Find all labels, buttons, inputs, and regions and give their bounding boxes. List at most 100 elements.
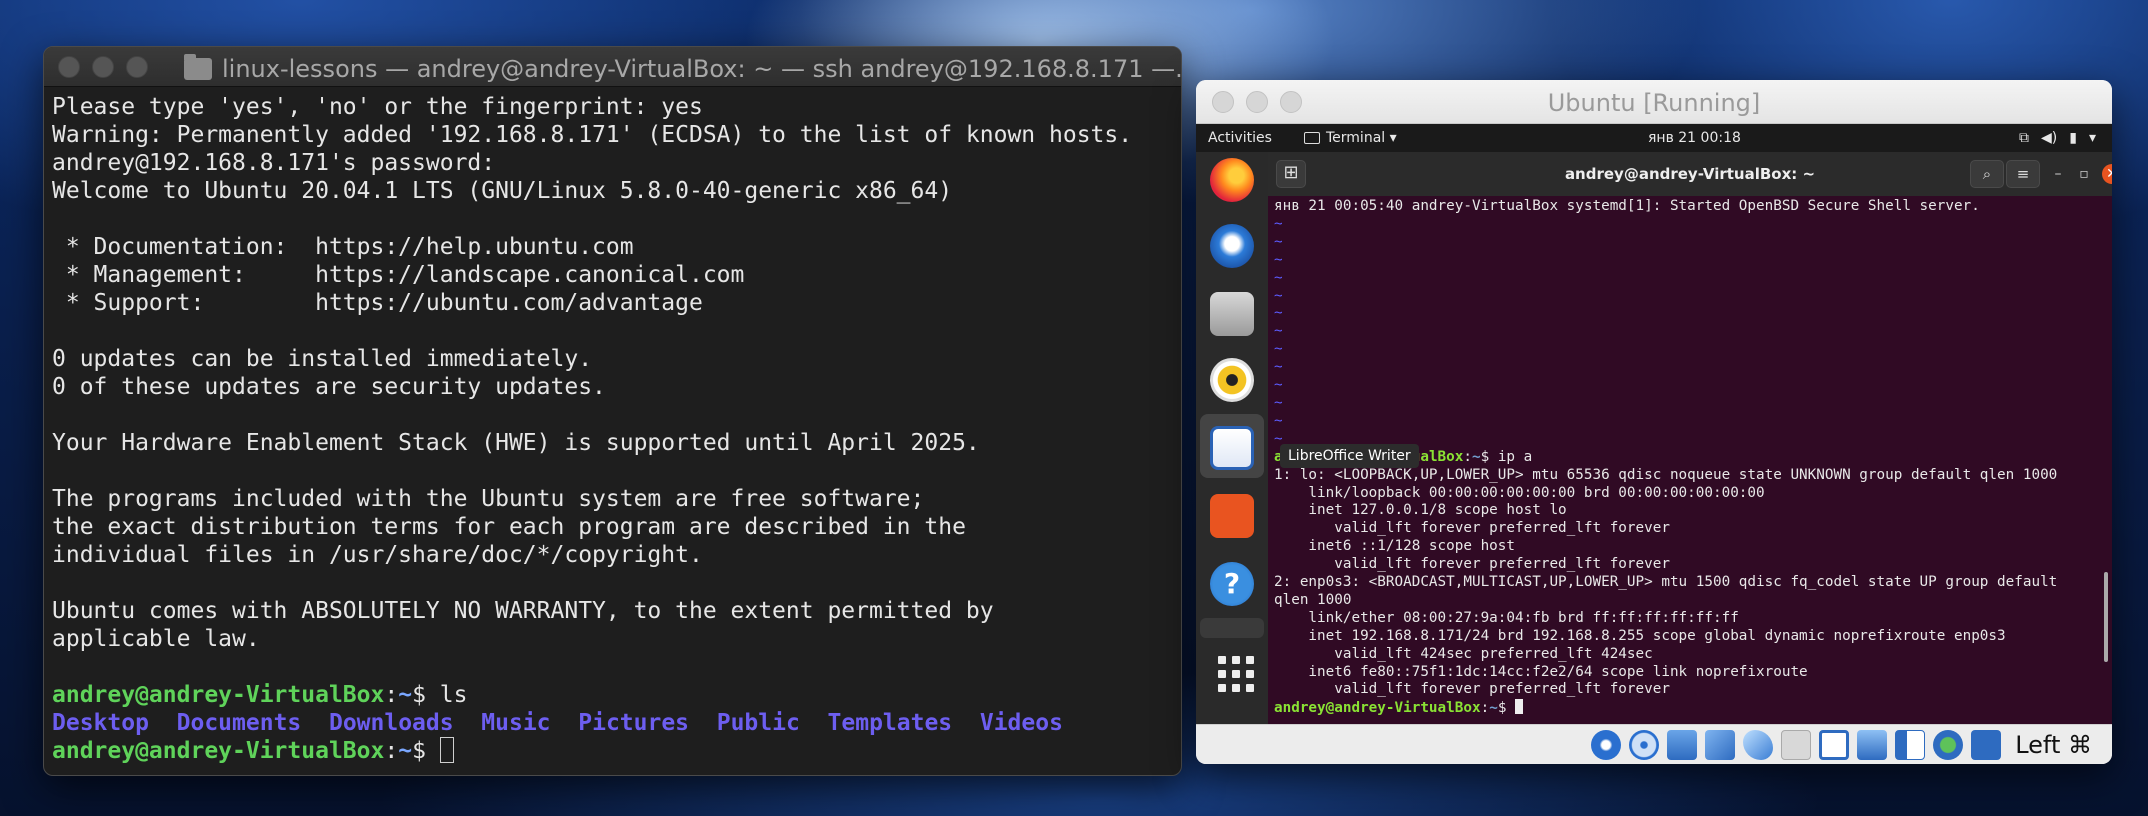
search-button[interactable]: ⌕ [1970, 160, 2004, 188]
terminal-line: link/ether 08:00:27:9a:04:fb brd ff:ff:f… [1274, 609, 1739, 626]
dock-separator [1200, 618, 1264, 638]
ls-output-line: Desktop Documents Downloads Music Pictur… [52, 709, 1173, 737]
clock[interactable]: янв 21 00:18 [1648, 130, 1741, 146]
network-adapter-icon[interactable] [1705, 729, 1736, 760]
vim-tilde-line: ~ [1274, 305, 1283, 322]
close-window-button[interactable] [58, 55, 80, 78]
prompt-line: andrey@andrey-VirtualBox:~$ [1274, 699, 2106, 718]
prompt-symbol: $ [412, 682, 440, 708]
terminal-line: inet6 fe80::75f1:1dc:14cc:f2e2/64 scope … [1274, 663, 1808, 680]
terminal-line: Your Hardware Enablement Stack (HWE) is … [52, 430, 980, 456]
directory-name: Desktop [52, 710, 149, 736]
prompt-user: andrey@andrey-VirtualBox [1274, 700, 1481, 717]
audio-icon[interactable] [1667, 729, 1698, 760]
display-icon[interactable] [1819, 729, 1850, 760]
system-menu[interactable]: ⧉ ◀) ▮ ▾ [2019, 130, 2096, 146]
optical-drive-icon[interactable] [1629, 729, 1660, 760]
scrollbar[interactable] [2104, 572, 2108, 662]
volume-icon: ◀) [2041, 130, 2058, 146]
rhythmbox-icon[interactable] [1210, 358, 1254, 402]
guest-additions-icon[interactable] [1933, 729, 1964, 760]
virtualbox-window[interactable]: Ubuntu [Running] Activities Terminal ▾ я… [1196, 80, 2112, 764]
mouse-integration-icon[interactable] [1971, 729, 2002, 760]
command-text: ip a [1497, 448, 1533, 465]
prompt-line: andrey@andrey-VirtualBox:~$ [52, 737, 1173, 765]
prompt-separator: : [384, 682, 399, 708]
terminal-line: * Management: https://landscape.canonica… [52, 262, 745, 288]
minimize-button[interactable]: – [2048, 164, 2068, 184]
ubuntu-software-icon[interactable] [1210, 494, 1254, 538]
terminal-line: applicable law. [52, 626, 260, 652]
gnome-terminal-window[interactable]: ⊞ andrey@andrey-VirtualBox: ~ ⌕ ≡ – ▫ ✕ … [1268, 152, 2112, 724]
thunderbird-icon[interactable] [1210, 224, 1254, 268]
zoom-window-button[interactable] [126, 55, 148, 78]
virtualbox-statusbar: Left ⌘ [1196, 724, 2112, 764]
text-cursor [439, 737, 454, 763]
activities-button[interactable]: Activities [1208, 130, 1272, 146]
host-key-label: Left ⌘ [2015, 730, 2092, 759]
terminal-line: Please type 'yes', 'no' or the fingerpri… [52, 94, 703, 120]
mac-terminal-titlebar[interactable]: linux-lessons — andrey@andrey-VirtualBox… [44, 47, 1181, 87]
terminal-line: the exact distribution terms for each pr… [52, 514, 966, 540]
terminal-line: Ubuntu comes with ABSOLUTELY NO WARRANTY… [52, 598, 994, 624]
minimize-window-button[interactable] [92, 55, 114, 78]
hamburger-menu-button[interactable]: ≡ [2006, 160, 2040, 188]
directory-name: Documents [176, 710, 302, 736]
terminal-line: valid_lft forever preferred_lft forever [1274, 556, 1670, 573]
app-menu[interactable]: Terminal ▾ [1304, 130, 1397, 146]
terminal-line: andrey@192.168.8.171's password: [52, 150, 496, 176]
directory-name: Pictures [578, 710, 690, 736]
terminal-line: Welcome to Ubuntu 20.04.1 LTS (GNU/Linux… [52, 178, 953, 204]
mac-terminal-window[interactable]: linux-lessons — andrey@andrey-VirtualBox… [43, 46, 1182, 776]
prompt-line: andrey@andrey-VirtualBox:~$ ls [52, 681, 1173, 709]
virtualbox-titlebar[interactable]: Ubuntu [Running] [1196, 80, 2112, 124]
ubuntu-dock: ? [1196, 152, 1268, 724]
network-icon: ⧉ [2019, 130, 2030, 146]
command-text: ls [439, 682, 468, 708]
terminal-line: * Documentation: https://help.ubuntu.com [52, 234, 634, 260]
window-controls [58, 55, 148, 78]
vim-tilde-line: ~ [1274, 287, 1283, 304]
usb-icon[interactable] [1743, 729, 1774, 760]
virtualization-icon[interactable] [1895, 729, 1926, 760]
terminal-line: valid_lft forever preferred_lft forever [1274, 681, 1670, 698]
terminal-output[interactable]: Please type 'yes', 'no' or the fingerpri… [44, 87, 1181, 765]
terminal-line: 0 of these updates are security updates. [52, 374, 606, 400]
shared-folders-icon[interactable] [1781, 729, 1812, 760]
firefox-icon[interactable] [1210, 158, 1254, 202]
vim-tilde-line: ~ [1274, 233, 1283, 250]
files-icon[interactable] [1210, 292, 1254, 336]
prompt-separator: : [1480, 700, 1490, 717]
prompt-path: ~ [1472, 448, 1481, 465]
terminal-line: valid_lft 424sec preferred_lft 424sec [1274, 645, 1653, 662]
prompt-separator: : [1463, 448, 1472, 465]
directory-name: Videos [979, 710, 1063, 736]
app-menu-label: Terminal ▾ [1326, 130, 1397, 146]
prompt-symbol: $ [1480, 448, 1498, 465]
vim-tilde-line: ~ [1274, 341, 1283, 358]
maximize-button[interactable]: ▫ [2074, 164, 2094, 184]
prompt-symbol: $ [1497, 700, 1516, 717]
video-capture-icon[interactable] [1857, 729, 1888, 760]
vim-tilde-line: ~ [1274, 359, 1283, 376]
terminal-line: 1: lo: <LOOPBACK,UP,LOWER_UP> mtu 65536 … [1274, 466, 2058, 483]
terminal-line: * Support: https://ubuntu.com/advantage [52, 290, 703, 316]
terminal-line: inet 127.0.0.1/8 scope host lo [1274, 502, 1567, 519]
directory-name: Downloads [328, 710, 454, 736]
vim-tilde-line: ~ [1274, 269, 1283, 286]
show-applications-icon[interactable] [1210, 650, 1254, 694]
gnome-terminal-headerbar[interactable]: ⊞ andrey@andrey-VirtualBox: ~ ⌕ ≡ – ▫ ✕ [1268, 152, 2112, 196]
hard-disk-icon[interactable] [1591, 729, 1622, 760]
vim-tilde-line: ~ [1274, 323, 1283, 340]
help-icon[interactable]: ? [1210, 562, 1254, 606]
directory-name: Public [716, 710, 800, 736]
terminal-line: qlen 1000 [1274, 591, 1352, 608]
libreoffice-writer-icon[interactable] [1210, 426, 1254, 470]
